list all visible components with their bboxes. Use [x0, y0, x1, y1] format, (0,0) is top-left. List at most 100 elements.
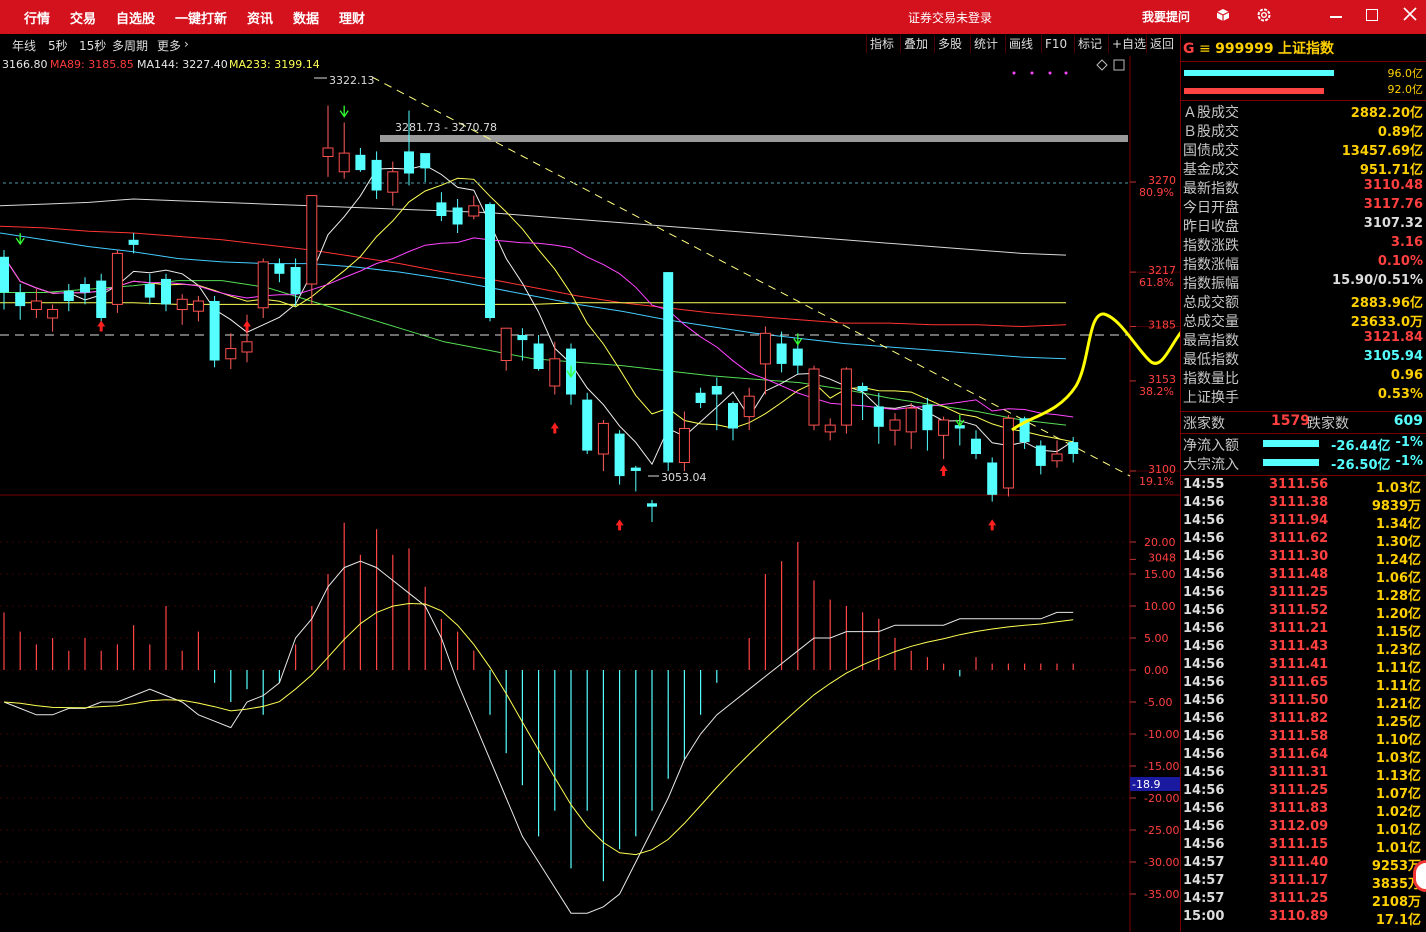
- period-15s[interactable]: 15秒: [79, 37, 106, 54]
- nav-news[interactable]: 资讯: [247, 8, 273, 27]
- nav-data[interactable]: 数据: [293, 8, 319, 27]
- tick-volume: 1.15亿: [1375, 625, 1421, 640]
- candle-body-up: [192, 300, 204, 312]
- candle-body-down: [128, 239, 139, 245]
- tick-price: 3111.50: [1269, 693, 1329, 708]
- tick-row: 14:56 3111.64 1.03亿: [1183, 747, 1425, 766]
- ask-question-link[interactable]: 我要提问: [1142, 8, 1190, 25]
- tick-row: 14:56 3111.62 1.30亿: [1183, 531, 1425, 550]
- tool-add-watchlist[interactable]: +自选: [1108, 35, 1149, 53]
- tick-time: 14:56: [1183, 783, 1225, 798]
- period-multi[interactable]: 多周期: [112, 37, 148, 54]
- low-annotation: 3053.04: [661, 471, 707, 484]
- tick-volume: 1.34亿: [1375, 517, 1421, 532]
- minimize-icon[interactable]: [1330, 16, 1342, 18]
- macd-current-value: -18.9: [1132, 778, 1160, 791]
- tick-row: 14:57 3111.25 2108万: [1183, 891, 1425, 910]
- stat-label: 指数量比: [1183, 371, 1239, 387]
- nav-trade[interactable]: 交易: [70, 8, 96, 27]
- tick-time: 14:56: [1183, 639, 1225, 654]
- info-badge-icon[interactable]: [1413, 860, 1426, 892]
- kline-chart[interactable]: 3166.80 MA89: 3185.85 MA144: 3227.40 MA2…: [0, 56, 1180, 932]
- close-icon[interactable]: [1401, 5, 1419, 23]
- tick-volume: 1.01亿: [1375, 823, 1421, 838]
- stat-row: 指数涨跌 3.16: [1183, 235, 1425, 254]
- macd-axis-label: -30.00: [1144, 856, 1179, 869]
- tick-row: 15:00 3110.89 17.1亿: [1183, 909, 1425, 928]
- tick-price: 3111.94: [1269, 513, 1329, 528]
- tick-time: 14:56: [1183, 801, 1225, 816]
- tool-back[interactable]: 返回: [1146, 35, 1177, 53]
- price-axis-pct: 19.1%: [1139, 475, 1174, 488]
- period-5s[interactable]: 5秒: [48, 37, 68, 54]
- price-axis-pct: 61.8%: [1139, 276, 1174, 289]
- nav-watchlist[interactable]: 自选股: [116, 8, 155, 27]
- tool-indicator[interactable]: 指标: [866, 35, 897, 53]
- tick-time: 14:56: [1183, 747, 1225, 762]
- ma-legend-89: MA89: 3185.85: [50, 58, 134, 71]
- stat-row: Ａ股成交 2882.20亿: [1183, 102, 1425, 121]
- macd-axis-label: -15.00: [1144, 760, 1179, 773]
- candle-body-down: [452, 207, 463, 225]
- candle-body-down: [274, 263, 285, 274]
- tick-volume: 17.1亿: [1375, 913, 1421, 928]
- cube-icon[interactable]: [1216, 8, 1230, 22]
- tool-overlay[interactable]: 叠加: [900, 35, 931, 53]
- fall-label: 跌家数: [1307, 416, 1349, 432]
- tool-draw-line[interactable]: 画线: [1005, 35, 1036, 53]
- tool-mark[interactable]: 标记: [1074, 35, 1105, 53]
- tick-row: 14:55 3111.56 1.03亿: [1183, 477, 1425, 496]
- candle-body-down: [922, 404, 933, 431]
- candle-body-up: [338, 152, 350, 173]
- nav-market[interactable]: 行情: [24, 8, 50, 27]
- tick-price: 3111.40: [1269, 855, 1329, 870]
- tool-f10[interactable]: F10: [1041, 35, 1070, 53]
- gear-icon[interactable]: [1256, 7, 1272, 23]
- candle-body-down: [582, 399, 593, 451]
- candle-body-down: [1068, 442, 1079, 454]
- nav-finance[interactable]: 理财: [339, 8, 365, 27]
- flow-label: 净流入额: [1183, 438, 1239, 454]
- candle-body-down: [63, 290, 74, 301]
- index-name: 上证指数: [1278, 41, 1335, 57]
- stat-row: Ｂ股成交 0.89亿: [1183, 121, 1425, 140]
- tick-time: 14:56: [1183, 567, 1225, 582]
- stat-row: 总成交额 2883.96亿: [1183, 292, 1425, 311]
- candle-body-down: [533, 343, 544, 369]
- index-header[interactable]: G ≡ 999999 上证指数: [1183, 38, 1334, 58]
- candle-body-down: [711, 386, 722, 395]
- nav-ipo-subscribe[interactable]: 一键打新: [175, 8, 227, 27]
- price-axis-label: 3048: [1148, 551, 1176, 564]
- macd-axis-label: 10.00: [1144, 600, 1176, 613]
- period-year[interactable]: 年线: [12, 37, 36, 54]
- macd-axis-label: 0.00: [1144, 664, 1169, 677]
- tick-time: 14:56: [1183, 675, 1225, 690]
- macd-axis-label: -10.00: [1144, 728, 1179, 741]
- tick-row: 14:56 3111.30 1.24亿: [1183, 549, 1425, 568]
- tick-time: 14:55: [1183, 477, 1225, 492]
- maximize-icon[interactable]: [1366, 9, 1378, 21]
- period-more[interactable]: 更多: [157, 37, 181, 54]
- index-code: 999999: [1215, 41, 1274, 57]
- tool-statistics[interactable]: 统计: [970, 35, 1001, 53]
- candle-body-down: [355, 154, 366, 171]
- stat-row: 指数振幅 15.90/0.51%: [1183, 273, 1425, 292]
- candle-body-down: [776, 343, 787, 364]
- stat-row: 总成交量 23633.0万: [1183, 311, 1425, 330]
- tick-time: 14:56: [1183, 711, 1225, 726]
- stat-label: 最高指数: [1183, 333, 1239, 349]
- tick-row: 14:56 3111.83 1.02亿: [1183, 801, 1425, 820]
- candle-body-down: [80, 284, 90, 293]
- tick-volume: 1.20亿: [1375, 607, 1421, 622]
- candle-body-up: [678, 428, 690, 463]
- macd-axis-label: -25.00: [1144, 824, 1179, 837]
- candle-body-up: [257, 261, 269, 309]
- tool-multi-stock[interactable]: 多股: [934, 35, 965, 53]
- candle-body-down: [161, 278, 171, 305]
- tick-price: 3111.62: [1269, 531, 1329, 546]
- flow-pct: -1%: [1395, 454, 1423, 469]
- candle-body-down: [663, 272, 674, 463]
- tick-time: 14:56: [1183, 621, 1225, 636]
- candle-body-up: [549, 358, 561, 387]
- high-annotation: 3322.13: [329, 74, 375, 87]
